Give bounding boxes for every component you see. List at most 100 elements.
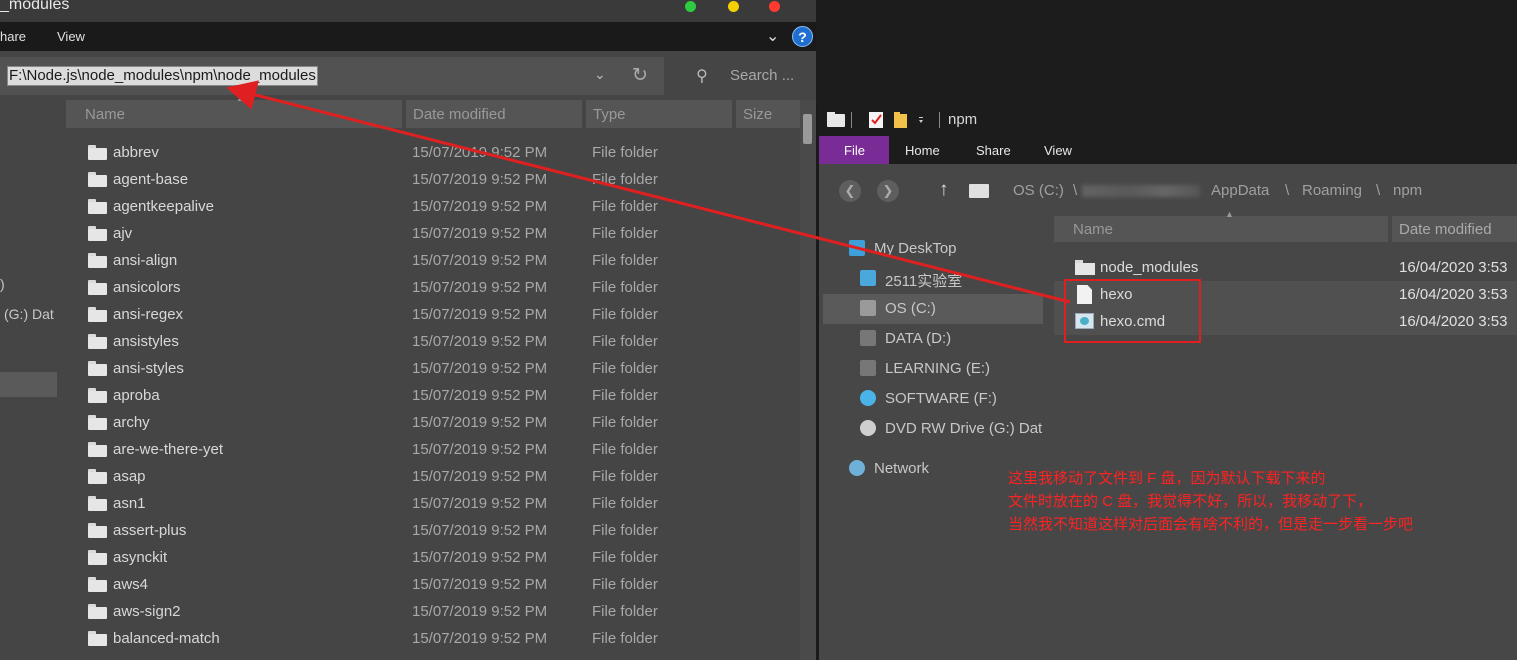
table-row[interactable]: ansi-align 15/07/2019 9:52 PM File folder <box>0 248 800 275</box>
table-row[interactable]: archy 15/07/2019 9:52 PM File folder <box>0 410 800 437</box>
address-input[interactable]: F:\Node.js\node_modules\npm\node_modules <box>7 66 318 86</box>
nav-item[interactable]: My DeskTop <box>819 234 1049 264</box>
table-row[interactable]: node_modules 16/04/2020 3:53 <box>1054 254 1517 281</box>
quick-access-toolbar-icons[interactable] <box>827 111 947 129</box>
nav-item[interactable]: 2511实验室 <box>819 264 1049 294</box>
folder-icon <box>88 199 107 214</box>
breadcrumb-separator: \ <box>1073 182 1078 199</box>
folder-icon <box>88 631 107 646</box>
file-name: abbrev <box>113 144 159 161</box>
folder-icon <box>88 388 107 403</box>
file-name: node_modules <box>1100 259 1199 276</box>
file-type: File folder <box>592 603 658 620</box>
column-headers: Name Date modified Type Size <box>66 100 806 128</box>
annotation-line: 这里我移动了文件到 F 盘，因为默认下载下来的 <box>1008 470 1326 487</box>
tab-view[interactable]: View <box>57 29 85 44</box>
breadcrumb-roaming[interactable]: Roaming <box>1302 182 1362 199</box>
table-row[interactable]: asn1 15/07/2019 9:52 PM File folder <box>0 491 800 518</box>
table-row[interactable]: agent-base 15/07/2019 9:52 PM File folder <box>0 167 800 194</box>
nav-item[interactable]: OS (C:) <box>823 294 1043 324</box>
folder-icon <box>88 442 107 457</box>
tab-home[interactable]: Home <box>905 143 940 158</box>
file-name: aproba <box>113 387 160 404</box>
table-row[interactable]: ansi-regex 15/07/2019 9:52 PM File folder <box>0 302 800 329</box>
table-row[interactable]: asap 15/07/2019 9:52 PM File folder <box>0 464 800 491</box>
minimize-dot-icon[interactable] <box>728 1 739 12</box>
maximize-dot-icon[interactable] <box>685 1 696 12</box>
table-row[interactable]: aws-sign2 15/07/2019 9:52 PM File folder <box>0 599 800 626</box>
file-name: ansi-align <box>113 252 178 269</box>
refresh-icon[interactable]: ↻ <box>632 64 648 87</box>
address-bar[interactable]: F:\Node.js\node_modules\npm\node_modules… <box>0 57 664 95</box>
file-date: 15/07/2019 9:52 PM <box>412 387 548 404</box>
tab-share[interactable]: hare <box>0 29 26 44</box>
table-row[interactable]: asynckit 15/07/2019 9:52 PM File folder <box>0 545 800 572</box>
drive-icon <box>860 330 876 346</box>
back-icon[interactable]: ❮ <box>839 180 861 202</box>
left-window-title: _modules <box>0 0 70 13</box>
windows-drive-icon <box>860 300 876 316</box>
table-row[interactable]: ansi-styles 15/07/2019 9:52 PM File folder <box>0 356 800 383</box>
desktop-icon <box>849 240 865 256</box>
table-row[interactable]: aproba 15/07/2019 9:52 PM File folder <box>0 383 800 410</box>
tab-file[interactable]: File <box>819 136 889 164</box>
search-box[interactable]: ⚲ Search ... <box>672 57 816 95</box>
nav-item-label: LEARNING (E:) <box>885 360 991 377</box>
table-row[interactable]: ajv 15/07/2019 9:52 PM File folder <box>0 221 800 248</box>
column-header-date[interactable]: Date modified <box>406 100 582 128</box>
file-name: aws4 <box>113 576 149 593</box>
scrollbar[interactable] <box>800 100 816 660</box>
table-row[interactable]: aws4 15/07/2019 9:52 PM File folder <box>0 572 800 599</box>
table-row[interactable]: are-we-there-yet 15/07/2019 9:52 PM File f… <box>0 437 800 464</box>
file-type: File folder <box>592 198 658 215</box>
scrollbar-thumb[interactable] <box>803 114 812 144</box>
nav-item-label: My DeskTop <box>874 240 957 257</box>
column-header-type[interactable]: Type <box>586 100 732 128</box>
file-type: File folder <box>592 468 658 485</box>
file-name: ansistyles <box>113 333 179 350</box>
desktop-background <box>816 0 1517 102</box>
help-icon[interactable]: ? <box>792 26 813 47</box>
column-header-name[interactable]: Name <box>1054 216 1388 242</box>
right-explorer-window: npm File Home Share View ❮ ❯ ↑ OS (C:) \… <box>819 102 1517 660</box>
chevron-down-icon[interactable]: ⌄ <box>766 26 779 46</box>
search-input[interactable]: Search ... <box>730 67 794 84</box>
file-name: assert-plus <box>113 522 187 539</box>
nav-item[interactable]: DATA (D:) <box>819 324 1049 354</box>
tab-share[interactable]: Share <box>976 143 1011 158</box>
nav-item[interactable]: LEARNING (E:) <box>819 354 1049 384</box>
forward-icon[interactable]: ❯ <box>877 180 899 202</box>
file-date: 15/07/2019 9:52 PM <box>412 630 548 647</box>
nav-item-label: 2511实验室 <box>885 273 963 290</box>
column-header-date[interactable]: Date modified <box>1392 216 1517 242</box>
breadcrumb-separator: \ <box>1285 182 1290 199</box>
file-name: ansi-regex <box>113 306 184 323</box>
table-row[interactable]: ansicolors 15/07/2019 9:52 PM File folder <box>0 275 800 302</box>
chevron-down-icon[interactable]: ⌄ <box>594 66 606 83</box>
breadcrumb-npm[interactable]: npm <box>1393 182 1422 199</box>
nav-item[interactable]: DVD RW Drive (G:) Dat <box>819 414 1049 444</box>
table-row[interactable]: abbrev 15/07/2019 9:52 PM File folder <box>0 140 800 167</box>
table-row[interactable]: assert-plus 15/07/2019 9:52 PM File folder <box>0 518 800 545</box>
close-dot-icon[interactable] <box>769 1 780 12</box>
annotation-line: 当然我不知道这样对后面会有啥不利的，但是走一步看一步吧 <box>1008 516 1414 533</box>
file-type: File folder <box>592 360 658 377</box>
breadcrumb-os-c[interactable]: OS (C:) <box>1013 182 1064 199</box>
left-ribbon: hare View ⌄ ? <box>0 22 816 51</box>
column-header-size[interactable]: Size <box>736 100 800 128</box>
nav-item[interactable]: SOFTWARE (F:) <box>819 384 1049 414</box>
annotation-line: 文件时放在的 C 盘，我觉得不好，所以，我移动了下， <box>1008 493 1373 510</box>
table-row[interactable]: ansistyles 15/07/2019 9:52 PM File folder <box>0 329 800 356</box>
folder-icon <box>1075 260 1095 275</box>
column-header-name[interactable]: Name <box>66 100 402 128</box>
file-date: 15/07/2019 9:52 PM <box>412 360 548 377</box>
breadcrumb-appdata[interactable]: AppData <box>1211 182 1269 199</box>
tab-view[interactable]: View <box>1044 143 1072 158</box>
table-row[interactable]: balanced-match 15/07/2019 9:52 PM File fol… <box>0 626 800 653</box>
file-date: 15/07/2019 9:52 PM <box>412 198 548 215</box>
right-ribbon: File Home Share View <box>819 136 1517 164</box>
up-arrow-icon[interactable]: ↑ <box>939 179 949 201</box>
file-type: File folder <box>592 630 658 647</box>
table-row[interactable]: agentkeepalive 15/07/2019 9:52 PM File fol… <box>0 194 800 221</box>
file-type: File folder <box>592 279 658 296</box>
